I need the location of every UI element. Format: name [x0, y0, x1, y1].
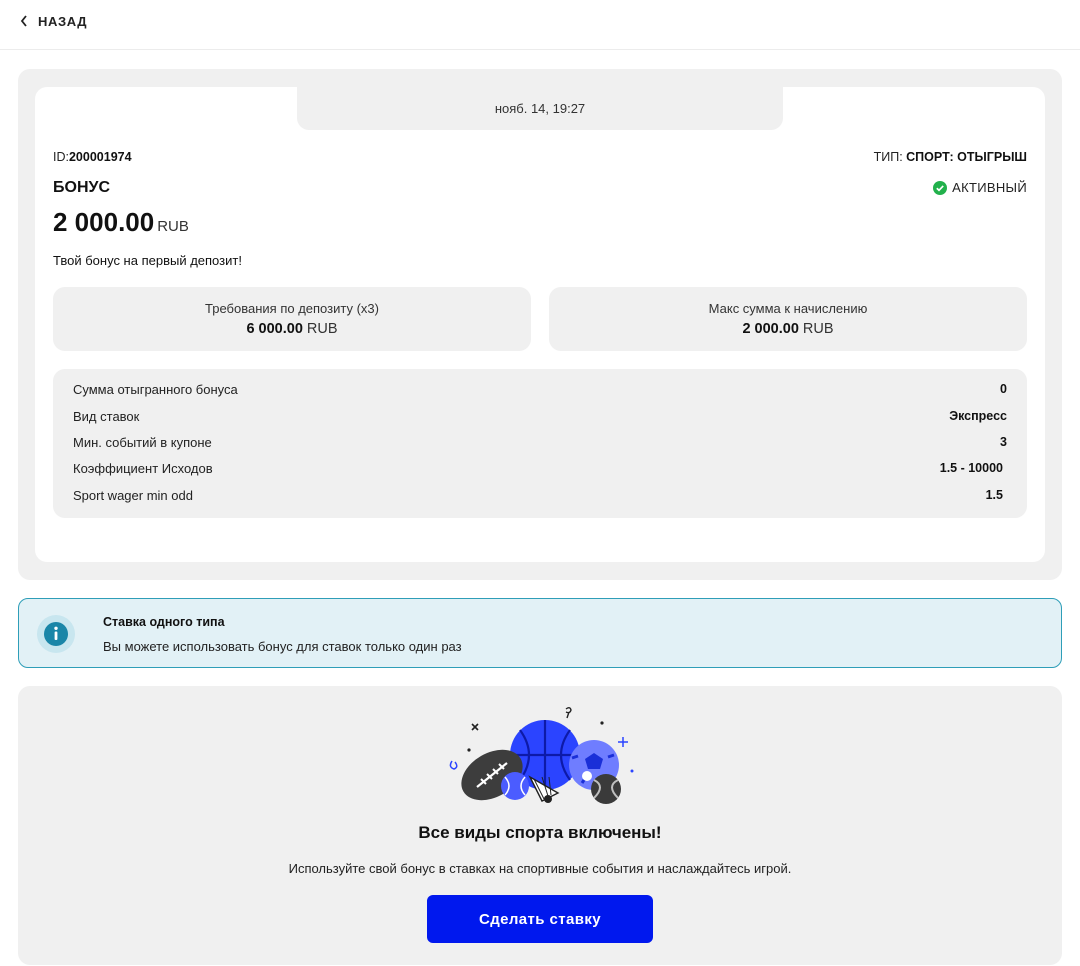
bonus-currency: RUB [157, 218, 189, 235]
detail-value: 0 [1000, 382, 1007, 396]
sports-balls-illustration [449, 707, 634, 804]
bonus-date: нояб. 14, 19:27 [297, 87, 783, 130]
back-button[interactable]: НАЗАД [20, 12, 87, 30]
detail-value: 1.5 [985, 488, 1003, 502]
info-text: Вы можете использовать бонус для ставок … [103, 639, 462, 654]
place-bet-button[interactable]: Сделать ставку [427, 895, 653, 943]
requirement-value: 6 000.00 RUB [53, 321, 531, 337]
chevron-left-icon [20, 15, 27, 27]
detail-key: Мин. событий в купоне [73, 435, 212, 450]
bonus-amount: 2 000.00 RUB [53, 207, 189, 238]
bonus-title: БОНУС [53, 179, 111, 196]
status-label: АКТИВНЫЙ [952, 180, 1027, 195]
info-notice: Ставка одного типа Вы можете использоват… [18, 598, 1062, 668]
detail-row: Мин. событий в купоне 3 [73, 435, 1007, 453]
sports-description: Используйте свой бонус в ставках на спор… [288, 861, 792, 876]
detail-key: Коэффициент Исходов [73, 461, 213, 476]
detail-row: Сумма отыгранного бонуса 0 [73, 382, 1007, 400]
bonus-id-value: 200001974 [68, 150, 132, 164]
max-amount-label: Макс сумма к начислению [708, 301, 868, 316]
requirement-label: Требования по депозиту (x3) [205, 301, 379, 316]
check-circle-icon [933, 180, 948, 195]
info-title: Ставка одного типа [103, 615, 225, 629]
detail-row: Коэффициент Исходов 1.5 - 10000 [73, 461, 1007, 479]
status-badge: АКТИВНЫЙ [933, 180, 1027, 195]
back-label: НАЗАД [38, 13, 88, 29]
sports-title: Все виды спорта включены! [418, 823, 662, 842]
deposit-requirement-box: Требования по депозиту (x3) 6 000.00 RUB [53, 287, 531, 351]
bonus-amount-value: 2 000.00 [53, 207, 155, 237]
max-amount-value: 2 000.00 RUB [549, 321, 1027, 337]
bonus-type: ТИП: СПОРТ: ОТЫГРЫШ [874, 150, 1027, 164]
detail-value: Экспресс [949, 409, 1007, 423]
bonus-description: Твой бонус на первый депозит! [53, 253, 242, 268]
requirement-currency: RUB [306, 321, 338, 337]
top-bar: НАЗАД [0, 0, 1080, 50]
max-amount-box: Макс сумма к начислению 2 000.00 RUB [549, 287, 1027, 351]
bonus-type-label: ТИП: [873, 150, 903, 164]
detail-key: Вид ставок [73, 409, 140, 424]
bonus-id-label: ID: [53, 150, 69, 164]
bonus-type-value: СПОРТ: ОТЫГРЫШ [906, 150, 1027, 164]
detail-value: 1.5 - 10000 [939, 461, 1003, 475]
max-amount-currency: RUB [802, 321, 834, 337]
info-icon [37, 615, 75, 653]
detail-row: Вид ставок Экспресс [73, 409, 1007, 427]
bonus-details: Сумма отыгранного бонуса 0 Вид ставок Эк… [53, 369, 1027, 518]
bonus-id: ID:200001974 [53, 150, 132, 164]
detail-row: Sport wager min odd 1.5 [73, 488, 1007, 506]
detail-key: Sport wager min odd [73, 488, 193, 503]
detail-value: 3 [1000, 435, 1007, 449]
max-amount: 2 000.00 [742, 321, 799, 337]
detail-key: Сумма отыгранного бонуса [73, 382, 238, 397]
requirement-amount: 6 000.00 [246, 321, 303, 337]
